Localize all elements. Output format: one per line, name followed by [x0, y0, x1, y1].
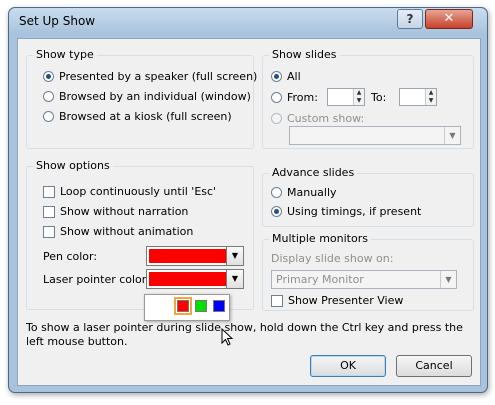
- pen-color-picker[interactable]: ▼: [146, 246, 244, 266]
- no-animation-checkbox[interactable]: Show without animation: [43, 225, 193, 238]
- show-type-group: Show type Presented by a speaker (full s…: [26, 48, 257, 149]
- laser-color-option-red[interactable]: [174, 297, 192, 315]
- chevron-down-icon: ▼: [440, 271, 456, 288]
- laser-color-picker[interactable]: ▼: [146, 269, 244, 289]
- loop-checkbox[interactable]: Loop continuously until 'Esc': [43, 185, 216, 198]
- title-bar[interactable]: Set Up Show ? ✕: [9, 8, 487, 34]
- radio-icon[interactable]: [43, 91, 54, 102]
- option-label: Browsed by an individual (window): [59, 90, 251, 103]
- option-label: From:: [287, 91, 318, 104]
- no-narration-checkbox[interactable]: Show without narration: [43, 205, 188, 218]
- advance-manually-option[interactable]: Manually: [271, 186, 337, 199]
- option-label: Presented by a speaker (full screen): [59, 70, 258, 83]
- chevron-down-icon: ▼: [444, 127, 460, 144]
- to-spinner[interactable]: ▲ ▼: [399, 88, 437, 106]
- from-spinner[interactable]: ▲ ▼: [327, 88, 365, 106]
- show-type-speaker-option[interactable]: Presented by a speaker (full screen): [43, 70, 257, 83]
- close-button[interactable]: ✕: [425, 9, 473, 29]
- ok-button[interactable]: OK: [310, 355, 386, 377]
- show-slides-custom-option: Custom show:: [271, 112, 364, 125]
- checkbox-icon[interactable]: [271, 294, 283, 307]
- radio-icon[interactable]: [271, 92, 282, 103]
- option-label: Using timings, if present: [287, 205, 422, 218]
- pen-color-swatch: [149, 249, 227, 263]
- show-slides-title: Show slides: [269, 48, 340, 61]
- show-slides-all-option[interactable]: All: [271, 70, 301, 83]
- laser-color-label: Laser pointer color:: [43, 273, 150, 286]
- laser-color-swatch: [149, 272, 227, 286]
- checkbox-icon[interactable]: [43, 205, 55, 218]
- show-type-individual-option[interactable]: Browsed by an individual (window): [43, 90, 251, 103]
- dialog-body: Show type Presented by a speaker (full s…: [17, 38, 481, 386]
- radio-icon[interactable]: [43, 111, 54, 122]
- display-monitor-value: Primary Monitor: [276, 273, 364, 286]
- laser-color-option-blue[interactable]: [213, 300, 225, 312]
- radio-icon[interactable]: [271, 206, 282, 217]
- option-label: Browsed at a kiosk (full screen): [59, 110, 232, 123]
- presenter-view-checkbox[interactable]: Show Presenter View: [271, 294, 403, 307]
- show-slides-from-option[interactable]: From:: [271, 91, 318, 104]
- pen-color-label: Pen color:: [43, 250, 98, 263]
- display-on-label: Display slide show on:: [271, 252, 394, 265]
- option-label: Custom show:: [287, 112, 365, 125]
- advance-timings-option[interactable]: Using timings, if present: [271, 205, 421, 218]
- show-options-group: Show options Loop continuously until 'Es…: [26, 159, 254, 310]
- show-slides-group: Show slides All From: ▲ ▼ To: ▲ ▼ Custom s…: [262, 48, 474, 149]
- chevron-down-icon[interactable]: ▼: [226, 270, 243, 288]
- checkbox-label: Show Presenter View: [288, 294, 404, 307]
- radio-icon: [271, 113, 282, 124]
- laser-pointer-hint: To show a laser pointer during slide sho…: [26, 321, 463, 348]
- checkbox-icon[interactable]: [43, 225, 55, 238]
- checkbox-label: Loop continuously until 'Esc': [60, 185, 217, 198]
- radio-icon[interactable]: [43, 71, 54, 82]
- advance-slides-title: Advance slides: [269, 166, 358, 179]
- help-button[interactable]: ?: [397, 9, 423, 29]
- advance-slides-group: Advance slides Manually Using timings, i…: [262, 166, 474, 227]
- chevron-down-icon[interactable]: ▼: [226, 247, 243, 265]
- multiple-monitors-group: Multiple monitors Display slide show on:…: [262, 232, 474, 311]
- display-monitor-select: Primary Monitor ▼: [271, 270, 457, 289]
- multiple-monitors-title: Multiple monitors: [269, 232, 371, 245]
- custom-show-select: ▼: [289, 126, 461, 145]
- checkbox-icon[interactable]: [43, 185, 55, 198]
- radio-icon[interactable]: [271, 71, 282, 82]
- window-title: Set Up Show: [19, 14, 96, 28]
- spinner-arrows-icon[interactable]: ▲ ▼: [353, 89, 364, 105]
- show-type-kiosk-option[interactable]: Browsed at a kiosk (full screen): [43, 110, 232, 123]
- show-type-title: Show type: [33, 48, 97, 61]
- show-options-title: Show options: [33, 159, 113, 172]
- mouse-pointer-icon: [221, 328, 234, 346]
- laser-color-dropdown: [144, 294, 230, 321]
- option-label: Manually: [287, 186, 337, 199]
- option-label: All: [287, 70, 301, 83]
- dialog-window: Set Up Show ? ✕ Show type Presented by a…: [8, 7, 488, 393]
- to-label: To:: [371, 91, 387, 104]
- checkbox-label: Show without narration: [60, 205, 189, 218]
- spinner-arrows-icon[interactable]: ▲ ▼: [425, 89, 436, 105]
- radio-icon[interactable]: [271, 187, 282, 198]
- cancel-button[interactable]: Cancel: [396, 355, 472, 377]
- laser-color-option-green[interactable]: [195, 300, 207, 312]
- checkbox-label: Show without animation: [60, 225, 194, 238]
